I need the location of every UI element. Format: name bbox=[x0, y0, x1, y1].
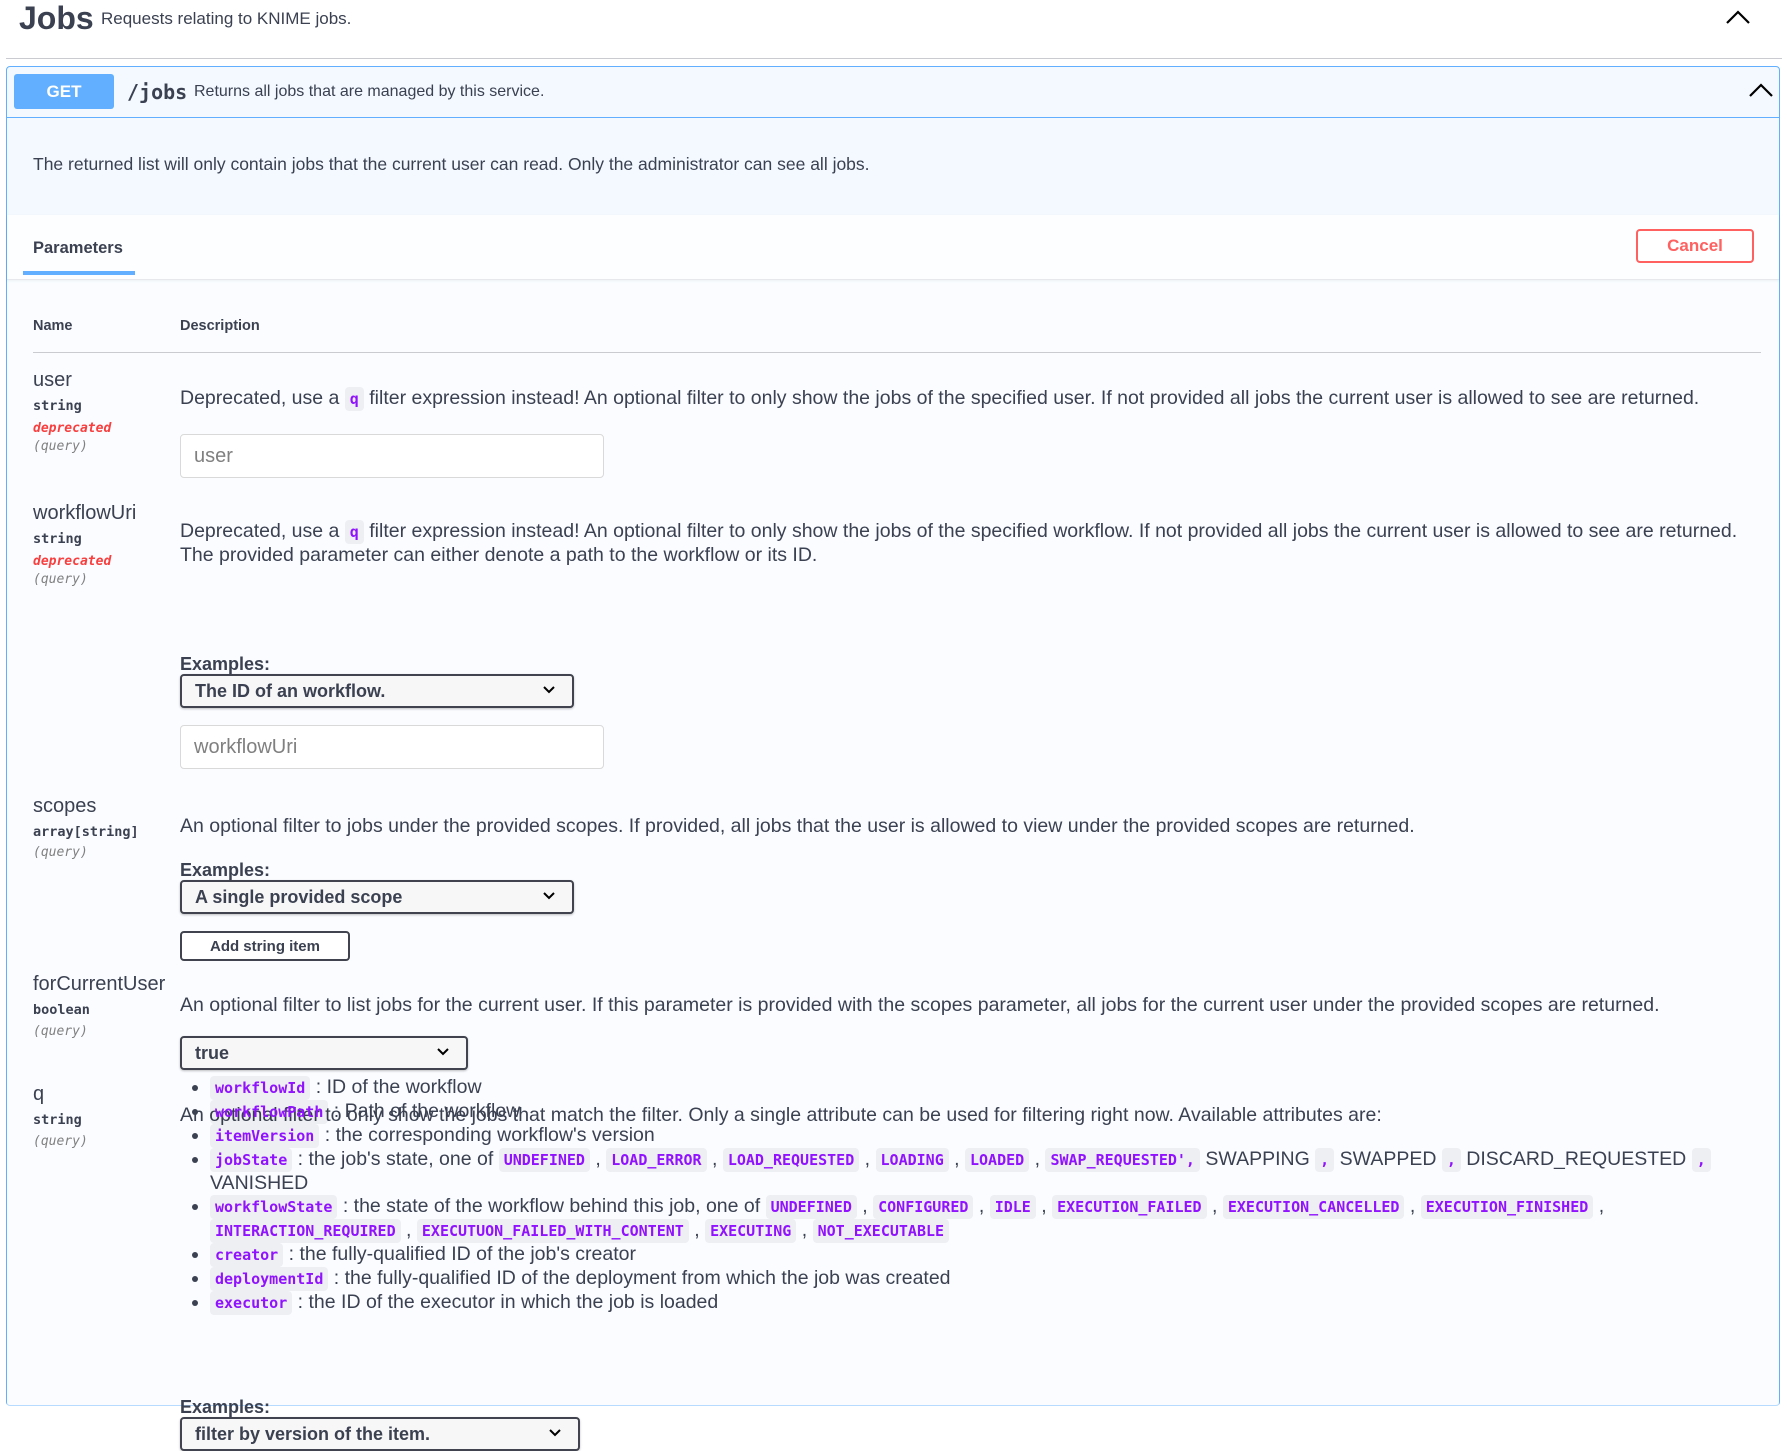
param-name-q: q bbox=[33, 1083, 45, 1105]
param-deprecated: deprecated bbox=[33, 554, 112, 569]
param-type: boolean bbox=[33, 1002, 90, 1018]
endpoint-summary: Returns all jobs that are managed by thi… bbox=[194, 83, 545, 100]
parameters-section-header: Parameters Cancel bbox=[7, 215, 1779, 280]
param-type: string bbox=[33, 1112, 82, 1128]
tag-title: Jobs bbox=[19, 0, 94, 36]
param-type: array[string] bbox=[33, 824, 139, 840]
chevron-down-icon bbox=[543, 892, 555, 900]
param-in: (query) bbox=[33, 845, 88, 860]
q-examples-select[interactable]: filter by version of the item. bbox=[180, 1417, 580, 1451]
chevron-down-icon bbox=[543, 686, 555, 694]
param-name-forcurrentuser: forCurrentUser bbox=[33, 973, 166, 995]
list-item: workflowState : the state of the workflo… bbox=[210, 1195, 1770, 1243]
user-input[interactable]: user bbox=[180, 434, 604, 478]
add-string-item-button[interactable]: Add string item bbox=[180, 931, 350, 961]
list-item: executor : the ID of the executor in whi… bbox=[210, 1291, 1770, 1315]
scopes-examples-select[interactable]: A single provided scope bbox=[180, 880, 574, 914]
list-item: deploymentId : the fully-qualified ID of… bbox=[210, 1267, 1770, 1291]
tab-parameters[interactable]: Parameters bbox=[33, 239, 123, 258]
chevron-up-icon[interactable] bbox=[1747, 79, 1775, 101]
cancel-button[interactable]: Cancel bbox=[1636, 229, 1754, 263]
list-item: workflowId : ID of the workflow bbox=[210, 1076, 1770, 1100]
param-description-workflowuri: Deprecated, use a q filter expression in… bbox=[180, 520, 1738, 566]
inline-code: q bbox=[344, 520, 364, 544]
list-item: jobState : the job's state, one of UNDEF… bbox=[210, 1148, 1770, 1195]
param-type: string bbox=[33, 398, 82, 414]
list-item: workflowPath : Path of the workflow bbox=[210, 1100, 1770, 1124]
header-divider bbox=[33, 352, 1761, 353]
param-in: (query) bbox=[33, 1024, 88, 1039]
list-item: itemVersion : the corresponding workflow… bbox=[210, 1124, 1770, 1148]
workflowuri-examples-select[interactable]: The ID of an workflow. bbox=[180, 674, 574, 708]
chevron-down-icon bbox=[437, 1048, 449, 1056]
operation-description: The returned list will only contain jobs… bbox=[33, 154, 870, 174]
param-in: (query) bbox=[33, 572, 88, 587]
workflowuri-input[interactable]: workflowUri bbox=[180, 725, 604, 769]
param-name-scopes: scopes bbox=[33, 795, 97, 817]
tab-underline bbox=[23, 271, 135, 275]
examples-label: Examples: bbox=[180, 1397, 271, 1417]
opblock-summary[interactable]: GET /jobs Returns all jobs that are mana… bbox=[7, 67, 1779, 118]
param-name-workflowuri: workflowUri bbox=[33, 502, 137, 524]
param-in: (query) bbox=[33, 439, 88, 454]
tag-header[interactable]: Jobs Requests relating to KNIME jobs. bbox=[6, 0, 1782, 59]
chevron-down-icon bbox=[549, 1429, 561, 1437]
param-description-user: Deprecated, use a q filter expression in… bbox=[180, 387, 1700, 411]
param-description-scopes: An optional filter to jobs under the pro… bbox=[180, 815, 1415, 837]
examples-label: Examples: bbox=[180, 654, 271, 674]
inline-code: q bbox=[344, 387, 364, 411]
forcurrentuser-select[interactable]: true bbox=[180, 1036, 468, 1070]
endpoint-path: /jobs bbox=[127, 80, 188, 104]
param-deprecated: deprecated bbox=[33, 421, 112, 436]
param-in: (query) bbox=[33, 1134, 88, 1149]
chevron-up-icon[interactable] bbox=[1724, 6, 1752, 28]
q-attribute-list: workflowId : ID of the workflow workflow… bbox=[180, 1076, 1770, 1315]
column-header-name: Name bbox=[33, 318, 73, 334]
param-name-user: user bbox=[33, 369, 72, 391]
param-type: string bbox=[33, 531, 82, 547]
method-badge: GET bbox=[14, 74, 114, 109]
examples-label: Examples: bbox=[180, 860, 271, 880]
tag-description: Requests relating to KNIME jobs. bbox=[101, 9, 352, 28]
list-item: creator : the fully-qualified ID of the … bbox=[210, 1243, 1770, 1267]
param-description-forcurrentuser: An optional filter to list jobs for the … bbox=[180, 994, 1660, 1016]
column-header-description: Description bbox=[180, 318, 260, 334]
